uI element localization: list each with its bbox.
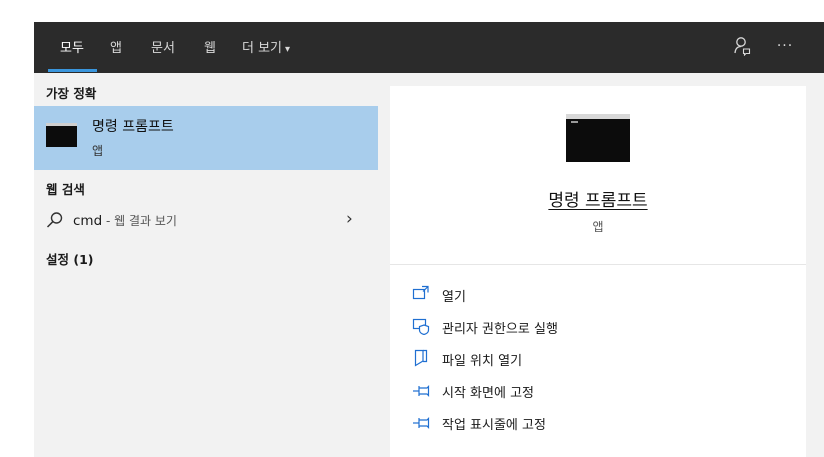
file-icon: [414, 349, 428, 367]
tab-documents[interactable]: 문서: [151, 37, 175, 56]
search-filter-bar: 모두 앱 문서 웹 더 보기 ▾ ···: [34, 22, 824, 73]
tab-apps[interactable]: 앱: [110, 37, 122, 56]
preview-pane: 명령 프롬프트 앱 열기 관리자 권한으로 실행 파일 위치 열기 시작 화면에…: [390, 86, 806, 457]
action-label: 관리자 권한으로 실행: [442, 322, 558, 337]
action-run-as-admin[interactable]: 관리자 권한으로 실행: [412, 314, 782, 338]
best-match-item[interactable]: 명령 프롬프트 앱: [34, 106, 378, 170]
web-result-suffix: - 웹 결과 보기: [102, 214, 177, 228]
action-open-file-location[interactable]: 파일 위치 열기: [412, 346, 782, 370]
active-tab-indicator: [48, 69, 97, 72]
action-label: 작업 표시줄에 고정: [442, 418, 546, 433]
shield-icon: [412, 318, 430, 335]
tab-all[interactable]: 모두: [60, 37, 84, 56]
web-result-text: cmd - 웹 결과 보기: [73, 212, 177, 229]
best-match-heading: 가장 정확: [46, 86, 97, 101]
web-search-heading: 웹 검색: [46, 182, 85, 197]
settings-heading[interactable]: 설정 (1): [46, 249, 93, 268]
web-query: cmd: [73, 213, 103, 229]
feedback-icon: [734, 37, 751, 56]
search-panel: 모두 앱 문서 웹 더 보기 ▾ ··· 가장 정확 명령 프롬프트 앱 웹 검색: [34, 22, 824, 457]
caret-down-icon: ▾: [285, 44, 291, 55]
action-pin-to-start[interactable]: 시작 화면에 고정: [412, 378, 782, 402]
pin-icon: [413, 385, 430, 397]
action-pin-to-taskbar[interactable]: 작업 표시줄에 고정: [412, 410, 782, 434]
tab-web[interactable]: 웹: [204, 37, 216, 56]
chevron-right-icon: ›: [346, 209, 353, 229]
action-label: 파일 위치 열기: [442, 354, 523, 369]
pin-icon: [413, 417, 430, 429]
feedback-button[interactable]: [732, 34, 754, 58]
divider: [390, 264, 806, 265]
action-label: 열기: [442, 290, 466, 305]
command-prompt-icon: [46, 123, 77, 147]
more-options-button[interactable]: ···: [774, 34, 796, 58]
action-label: 시작 화면에 고정: [442, 386, 534, 401]
tab-more-label: 더 보기: [242, 41, 283, 56]
web-search-result[interactable]: cmd - 웹 결과 보기 ›: [34, 206, 378, 236]
open-icon: [412, 285, 429, 300]
best-match-subtitle: 앱: [92, 144, 104, 158]
search-icon: [46, 212, 63, 228]
results-list: 가장 정확 명령 프롬프트 앱 웹 검색 cmd - 웹 결과 보기 › 설정 …: [34, 73, 378, 457]
preview-subtitle: 앱: [592, 220, 604, 234]
preview-title[interactable]: 명령 프롬프트: [390, 186, 806, 211]
action-open[interactable]: 열기: [412, 282, 782, 306]
best-match-title: 명령 프롬프트: [92, 119, 174, 135]
tab-more[interactable]: 더 보기 ▾: [242, 37, 290, 56]
command-prompt-icon: [566, 114, 630, 162]
prompt-cursor: [571, 121, 578, 123]
